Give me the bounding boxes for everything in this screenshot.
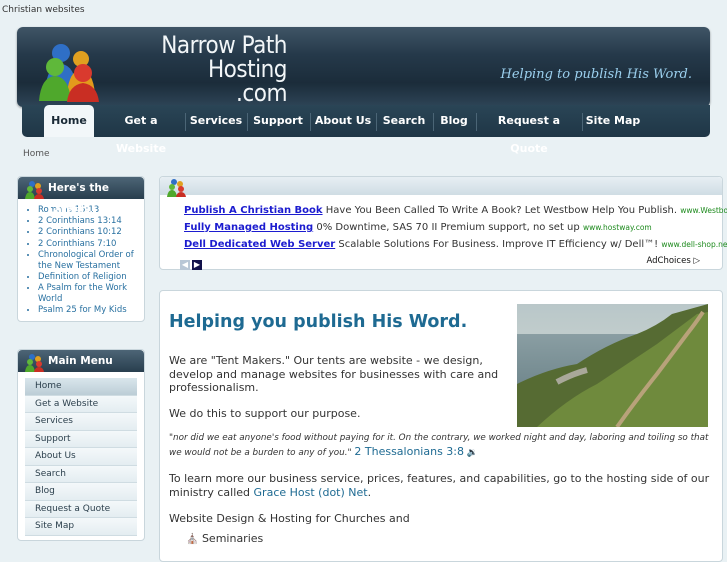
- grace-host-link[interactable]: Grace Host (dot) Net: [254, 486, 368, 499]
- latest-panel: Here's the Latest... Romans 15:13 2 Cori…: [17, 176, 145, 322]
- list-item: ⛪ Seminaries: [186, 532, 263, 547]
- latest-list: Romans 15:13 2 Corinthians 13:14 2 Corin…: [18, 205, 144, 316]
- latest-link[interactable]: Chronological Order of the New Testament: [38, 250, 144, 272]
- learn-more-end: .: [367, 485, 372, 499]
- main-content: Helping you publish His Word. We are "Te…: [159, 290, 723, 562]
- logo-line-1: Narrow Path: [161, 31, 287, 59]
- ad-title[interactable]: Fully Managed Hosting: [184, 222, 313, 233]
- learn-more-text: To learn more our business service, pric…: [169, 472, 710, 499]
- adchoices-link[interactable]: AdChoices ▷: [646, 256, 700, 266]
- quote-reference-link[interactable]: 2 Thessalonians 3:8: [354, 445, 464, 458]
- adchoices-label: AdChoices: [646, 256, 691, 266]
- logo-line-3: .com: [236, 79, 287, 107]
- purpose-paragraph: We do this to support our purpose.: [169, 407, 361, 420]
- main-menu-panel: Main Menu Home Get a Website Services Su…: [17, 349, 145, 541]
- ad-url[interactable]: www.Westbow...: [680, 206, 727, 215]
- people-icon: [25, 181, 44, 199]
- menu-item-get-a-website[interactable]: Get a Website: [25, 395, 137, 413]
- intro-paragraph: We are "Tent Makers." Our tents are webs…: [169, 354, 499, 394]
- latest-link[interactable]: 2 Corinthians 7:10: [38, 239, 144, 250]
- menu-item-blog[interactable]: Blog: [25, 483, 137, 501]
- latest-link[interactable]: Psalm 25 for My Kids: [38, 305, 144, 316]
- people-icon: [25, 354, 44, 372]
- main-menu-title: Main Menu: [48, 355, 113, 367]
- nav-separator: [433, 113, 434, 131]
- nav-separator: [247, 113, 248, 131]
- ad-nav: ◀ ▶: [180, 256, 204, 270]
- content-heading: Helping you publish His Word.: [169, 312, 468, 332]
- ad-title[interactable]: Dell Dedicated Web Server: [184, 239, 335, 250]
- ad-box: Publish A Christian Book Have You Been C…: [159, 176, 727, 270]
- ad-item[interactable]: Dell Dedicated Web Server Scalable Solut…: [184, 239, 727, 250]
- nav-services[interactable]: Services: [188, 107, 244, 137]
- logo-line-2: Hosting: [207, 55, 288, 83]
- breadcrumb[interactable]: Home: [23, 149, 50, 159]
- adchoices-icon: ▷: [693, 256, 700, 266]
- nav-separator: [376, 113, 377, 131]
- nav-separator: [476, 113, 477, 131]
- nav-search[interactable]: Search: [379, 107, 429, 137]
- nav-get-a-website[interactable]: Get a Website: [100, 107, 182, 155]
- ad-text: Have You Been Called To Write A Book? Le…: [325, 205, 678, 216]
- nav-home[interactable]: Home: [44, 105, 94, 137]
- nav-support[interactable]: Support: [250, 107, 306, 137]
- site-header: Narrow Path Hosting .com Helping to publ…: [17, 27, 710, 107]
- ad-title[interactable]: Publish A Christian Book: [184, 205, 323, 216]
- main-nav: Home Get a Website Services Support Abou…: [22, 105, 710, 155]
- menu-item-search[interactable]: Search: [25, 465, 137, 483]
- main-menu-list: Home Get a Website Services Support Abou…: [25, 378, 137, 536]
- tagline: Helping to publish His Word.: [500, 67, 692, 82]
- ad-item[interactable]: Fully Managed Hosting 0% Downtime, SAS 7…: [184, 222, 652, 233]
- ad-next-arrow-icon[interactable]: ▶: [192, 260, 202, 270]
- menu-item-about-us[interactable]: About Us: [25, 448, 137, 466]
- christian-websites-link[interactable]: Christian websites: [2, 5, 85, 15]
- design-hosting-paragraph: Website Design & Hosting for Churches an…: [169, 512, 410, 525]
- menu-item-support[interactable]: Support: [25, 430, 137, 448]
- main-menu-header: Main Menu: [18, 350, 144, 372]
- ad-text: Scalable Solutions For Business. Improve…: [338, 239, 659, 250]
- menu-item-home[interactable]: Home: [25, 378, 137, 396]
- scripture-quote: "nor did we eat anyone's food without pa…: [169, 431, 709, 460]
- nav-separator: [185, 113, 186, 131]
- speaker-icon[interactable]: 🔉: [467, 448, 478, 458]
- menu-item-services[interactable]: Services: [25, 413, 137, 431]
- list-item-label: Seminaries: [201, 532, 264, 545]
- coastal-path-photo: [517, 304, 708, 427]
- seminary-icon: ⛪: [186, 534, 199, 545]
- nav-separator: [310, 113, 311, 131]
- ad-prev-arrow-icon[interactable]: ◀: [180, 260, 190, 270]
- ad-url[interactable]: www.dell-shop.net: [661, 240, 727, 249]
- menu-item-site-map[interactable]: Site Map: [25, 518, 137, 536]
- ad-text: 0% Downtime, SAS 70 II Premium support, …: [316, 222, 580, 233]
- ad-box-header: [160, 177, 722, 197]
- nav-site-map[interactable]: Site Map: [585, 107, 641, 137]
- latest-link[interactable]: Definition of Religion: [38, 272, 144, 283]
- ad-url[interactable]: www.hostway.com: [583, 223, 652, 232]
- people-icon: [167, 179, 186, 197]
- nav-about-us[interactable]: About Us: [313, 107, 373, 137]
- nav-separator: [582, 113, 583, 131]
- latest-panel-header: Here's the Latest...: [18, 177, 144, 216]
- latest-link[interactable]: 2 Corinthians 10:12: [38, 227, 144, 238]
- nav-blog[interactable]: Blog: [436, 107, 472, 137]
- latest-link[interactable]: A Psalm for the Work World: [38, 283, 144, 305]
- menu-item-request-a-quote[interactable]: Request a Quote: [25, 500, 137, 518]
- nav-request-a-quote[interactable]: Request a Quote: [479, 107, 579, 155]
- learn-more-paragraph: To learn more our business service, pric…: [169, 472, 714, 499]
- people-logo-icon: [39, 44, 99, 102]
- ad-item[interactable]: Publish A Christian Book Have You Been C…: [184, 205, 727, 216]
- site-logo-text[interactable]: Narrow Path Hosting .com: [107, 33, 287, 105]
